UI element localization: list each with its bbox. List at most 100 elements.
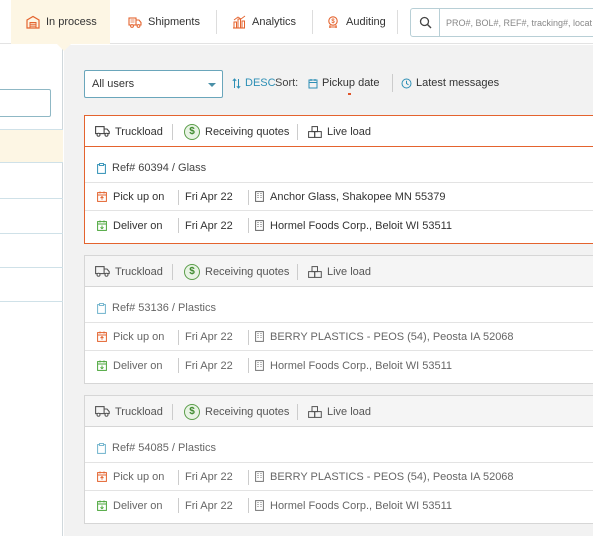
tab-shipments[interactable]: Shipments bbox=[128, 0, 200, 44]
chart-icon bbox=[232, 15, 246, 29]
load-card[interactable]: Truckload $ Receiving quotes Live load R… bbox=[84, 115, 593, 244]
delivery-row: Deliver on Fri Apr 22 Hormel Foods Corp.… bbox=[85, 491, 593, 520]
pickup-row: Pick up on Fri Apr 22 Anchor Glass, Shak… bbox=[85, 182, 593, 211]
deliver-label: Deliver on bbox=[113, 219, 163, 232]
toolbar-divider bbox=[392, 74, 393, 92]
clipboard-icon bbox=[97, 162, 106, 174]
user-filter-select[interactable]: All users bbox=[84, 70, 223, 98]
quote-status-text: Receiving quotes bbox=[205, 265, 290, 278]
deliver-label: Deliver on bbox=[113, 359, 163, 372]
main-content: All users DESC Sort: Pickup date Latest … bbox=[64, 45, 593, 536]
nav-divider bbox=[397, 10, 398, 34]
left-list-divider bbox=[0, 267, 63, 268]
row-divider bbox=[178, 218, 179, 233]
nav-divider bbox=[216, 10, 217, 34]
load-card[interactable]: Truckload $ Receiving quotes Live load R… bbox=[84, 395, 593, 524]
reference-row: Ref# 60394 / Glass bbox=[85, 154, 593, 183]
dollar-icon: $ bbox=[184, 403, 200, 420]
building-icon bbox=[255, 360, 264, 371]
left-list-divider bbox=[0, 301, 63, 302]
row-divider bbox=[178, 470, 179, 485]
left-panel bbox=[0, 45, 63, 536]
pickup-calendar-icon bbox=[97, 331, 107, 342]
building-icon bbox=[255, 331, 264, 342]
building-icon bbox=[255, 500, 264, 511]
pickup-row: Pick up on Fri Apr 22 BERRY PLASTICS - P… bbox=[85, 322, 593, 351]
delivery-calendar-icon bbox=[97, 220, 107, 231]
quote-status-text: Receiving quotes bbox=[205, 405, 290, 418]
tab-auditing[interactable]: $ Auditing bbox=[326, 0, 386, 44]
truck-icon bbox=[95, 126, 110, 137]
toolbar: All users DESC Sort: Pickup date Latest … bbox=[84, 70, 593, 98]
pickup-label: Pick up on bbox=[113, 190, 165, 203]
tab-in-process[interactable]: In process bbox=[11, 0, 110, 44]
pickup-row: Pick up on Fri Apr 22 BERRY PLASTICS - P… bbox=[85, 462, 593, 491]
sort-order-toggle[interactable]: DESC bbox=[232, 77, 276, 89]
building-icon bbox=[255, 191, 264, 202]
row-divider bbox=[248, 498, 249, 513]
sort-pickup-date[interactable]: Pickup date bbox=[308, 77, 380, 95]
header-divider bbox=[297, 404, 298, 420]
mode-label: Truckload bbox=[95, 256, 163, 287]
pickup-label: Pick up on bbox=[113, 470, 165, 483]
reference-row: Ref# 53136 / Plastics bbox=[85, 294, 593, 323]
pickup-location: Anchor Glass, Shakopee MN 55379 bbox=[270, 190, 446, 203]
tab-analytics[interactable]: Analytics bbox=[232, 0, 296, 44]
header-divider bbox=[172, 124, 173, 140]
row-divider bbox=[178, 190, 179, 205]
search-button[interactable] bbox=[411, 9, 440, 36]
delivery-calendar-icon bbox=[97, 360, 107, 371]
nav-divider bbox=[312, 10, 313, 34]
clipboard-icon bbox=[97, 302, 106, 314]
sort-order-label: DESC bbox=[245, 77, 276, 89]
left-filter-input[interactable] bbox=[0, 89, 51, 117]
tab-label: In process bbox=[46, 16, 97, 28]
deliver-location: Hormel Foods Corp., Beloit WI 53511 bbox=[270, 359, 452, 372]
boxes-icon bbox=[308, 125, 322, 138]
sort-field-label: Pickup date bbox=[322, 77, 380, 89]
mode-label: Truckload bbox=[95, 116, 163, 147]
row-divider bbox=[248, 330, 249, 345]
deliver-location: Hormel Foods Corp., Beloit WI 53511 bbox=[270, 499, 452, 512]
load-type: Live load bbox=[308, 396, 371, 427]
delivery-row: Deliver on Fri Apr 22 Hormel Foods Corp.… bbox=[85, 351, 593, 380]
clipboard-icon bbox=[97, 442, 106, 454]
pickup-location: BERRY PLASTICS - PEOS (54), Peosta IA 52… bbox=[270, 470, 514, 483]
deliver-label: Deliver on bbox=[113, 499, 163, 512]
load-card[interactable]: Truckload $ Receiving quotes Live load R… bbox=[84, 255, 593, 384]
sort-label-text: Sort: bbox=[275, 77, 299, 89]
pickup-date: Fri Apr 22 bbox=[185, 190, 233, 203]
sort-label: Sort: bbox=[275, 77, 298, 89]
deliver-date: Fri Apr 22 bbox=[185, 499, 233, 512]
quote-status-text: Receiving quotes bbox=[205, 125, 290, 138]
row-divider bbox=[248, 358, 249, 373]
tab-label: Auditing bbox=[346, 16, 386, 28]
user-filter-value: All users bbox=[92, 78, 135, 90]
left-list-item-selected[interactable] bbox=[0, 129, 63, 163]
active-tab-pointer bbox=[56, 43, 72, 51]
reference-row: Ref# 54085 / Plastics bbox=[85, 434, 593, 463]
reference-text: Ref# 60394 / Glass bbox=[112, 162, 207, 174]
sort-latest-messages[interactable]: Latest messages bbox=[401, 77, 499, 89]
load-card-header: Truckload $ Receiving quotes Live load bbox=[85, 256, 593, 287]
row-divider bbox=[248, 218, 249, 233]
header-divider bbox=[297, 124, 298, 140]
sort-arrows-icon bbox=[232, 77, 241, 89]
delivery-calendar-icon bbox=[97, 500, 107, 511]
calendar-icon bbox=[308, 78, 318, 88]
header-divider bbox=[297, 264, 298, 280]
load-card-header: Truckload $ Receiving quotes Live load bbox=[85, 396, 593, 427]
search-icon bbox=[419, 16, 431, 29]
dollar-icon: $ bbox=[184, 123, 200, 140]
load-card-header: Truckload $ Receiving quotes Live load bbox=[85, 116, 593, 147]
mode-label: Truckload bbox=[95, 396, 163, 427]
search-input[interactable] bbox=[446, 9, 593, 36]
truck-icon bbox=[95, 406, 110, 417]
row-divider bbox=[178, 358, 179, 373]
pickup-label: Pick up on bbox=[113, 330, 165, 343]
load-type: Live load bbox=[308, 256, 371, 287]
mode-text: Truckload bbox=[115, 405, 163, 418]
mode-text: Truckload bbox=[115, 265, 163, 278]
left-list-divider bbox=[0, 233, 63, 234]
load-type-text: Live load bbox=[327, 405, 372, 418]
